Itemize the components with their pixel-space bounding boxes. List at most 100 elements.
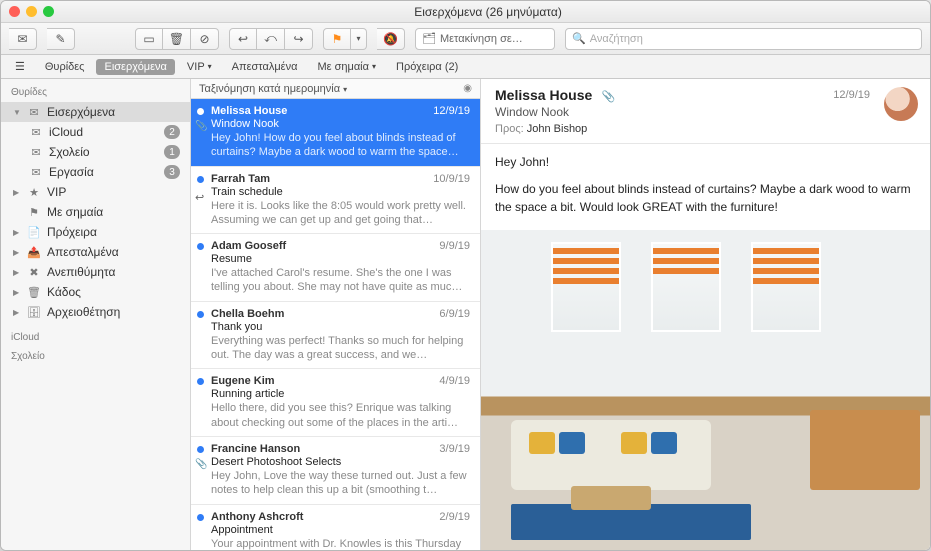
inbox-icon: ✉︎ xyxy=(29,146,43,159)
message-preview: Hey John! How do you feel about blinds i… xyxy=(211,131,470,160)
search-field[interactable]: 🔍 Αναζήτηση xyxy=(565,28,922,50)
zoom-window-button[interactable] xyxy=(43,6,54,17)
sidebar-item-account[interactable]: ✉︎iCloud2 xyxy=(1,122,190,142)
fav-flagged[interactable]: Με σημαία▾ xyxy=(309,59,384,75)
close-window-button[interactable] xyxy=(9,6,20,17)
forward-button[interactable]: ↪ xyxy=(285,28,313,50)
sidebar-section-icloud[interactable]: iCloud xyxy=(1,328,190,347)
mailbox-icon: 🗂 xyxy=(422,32,436,45)
minimize-window-button[interactable] xyxy=(26,6,37,17)
message-subject: Train schedule xyxy=(211,186,470,198)
message-from: Melissa House xyxy=(211,105,287,117)
reply-button[interactable]: ↩ xyxy=(229,28,257,50)
message-from: Farrah Tam xyxy=(211,173,270,185)
unread-dot-icon xyxy=(197,311,204,318)
disclosure-triangle-icon[interactable]: ▶ xyxy=(13,248,21,257)
junk-button[interactable]: ⊘ xyxy=(191,28,219,50)
paperclip-icon: 📎 xyxy=(195,121,207,132)
filter-icon[interactable]: ◉ xyxy=(463,83,472,94)
window-title: Εισερχόμενα (26 μηνύματα) xyxy=(54,5,922,19)
message-subject: Resume xyxy=(211,253,470,265)
message-row[interactable]: ↩Farrah Tam10/9/19Train scheduleHere it … xyxy=(191,167,480,235)
fav-inbox[interactable]: Εισερχόμενα xyxy=(96,59,174,75)
sidebar-item-sent[interactable]: ▶ 📤 Απεσταλμένα xyxy=(1,242,190,262)
get-mail-button[interactable]: ✉︎ xyxy=(9,28,37,50)
bell-slash-icon: 🔕 xyxy=(383,32,398,46)
message-row[interactable]: Adam Gooseff9/9/19ResumeI've attached Ca… xyxy=(191,234,480,302)
fav-sent[interactable]: Απεσταλμένα xyxy=(224,59,306,75)
flag-menu-button[interactable]: ▾ xyxy=(351,28,367,50)
sidebar-item-drafts[interactable]: ▶ 📄 Πρόχειρα xyxy=(1,222,190,242)
message-from: Eugene Kim xyxy=(211,375,275,387)
paperclip-icon: 📎 xyxy=(602,91,616,103)
disclosure-triangle-icon[interactable]: ▶ xyxy=(13,268,21,277)
toggle-sidebar-button[interactable]: ☰ xyxy=(7,58,33,75)
envelope-icon: ✉︎ xyxy=(17,32,27,46)
search-icon: 🔍 xyxy=(572,32,586,45)
document-icon: 📄 xyxy=(27,226,41,239)
avatar xyxy=(884,87,918,121)
message-from: Chella Boehm xyxy=(211,308,284,320)
sidebar-item-trash[interactable]: ▶ 🗑 Κάδος xyxy=(1,282,190,302)
inbox-icon: ✉︎ xyxy=(29,126,43,139)
message-row[interactable]: Chella Boehm6/9/19Thank youEverything wa… xyxy=(191,302,480,370)
fav-drafts[interactable]: Πρόχειρα (2) xyxy=(388,59,466,75)
message-preview: Everything was perfect! Thanks so much f… xyxy=(211,334,470,363)
sidebar-item-account[interactable]: ✉︎Σχολείο1 xyxy=(1,142,190,162)
disclosure-triangle-icon[interactable]: ▶ xyxy=(13,308,21,317)
unread-badge: 3 xyxy=(164,165,180,179)
reader-body: Hey John! How do you feel about blinds i… xyxy=(481,144,930,226)
fav-vip[interactable]: VIP▾ xyxy=(179,59,220,75)
disclosure-triangle-icon[interactable]: ▼ xyxy=(13,108,21,117)
reader-header: Melissa House 📎 12/9/19 Window Nook Προς… xyxy=(481,79,930,144)
message-date: 3/9/19 xyxy=(439,443,470,455)
message-row[interactable]: 📎Melissa House12/9/19Window NookHey John… xyxy=(191,99,480,167)
sidebar-item-inbox[interactable]: ▼ ✉︎ Εισερχόμενα xyxy=(1,102,190,122)
sidebar: Θυρίδες ▼ ✉︎ Εισερχόμενα ✉︎iCloud2✉︎Σχολ… xyxy=(1,79,191,550)
reply-all-button[interactable]: ⤺ xyxy=(257,28,285,50)
unread-dot-icon xyxy=(197,243,204,250)
archive-icon: 🗄 xyxy=(27,306,41,319)
star-icon: ★ xyxy=(27,186,41,199)
message-row[interactable]: 📎Francine Hanson3/9/19Desert Photoshoot … xyxy=(191,437,480,505)
inbox-icon: ✉︎ xyxy=(27,106,41,119)
fav-mailboxes[interactable]: Θυρίδες xyxy=(37,59,93,75)
reader-from: Melissa House xyxy=(495,87,592,103)
unread-dot-icon xyxy=(197,378,204,385)
message-from: Anthony Ashcroft xyxy=(211,511,303,523)
mail-window: Εισερχόμενα (26 μηνύματα) ✉︎ ✎ ▭ 🗑 ⊘ ↩ ⤺… xyxy=(0,0,931,551)
window-controls xyxy=(9,6,54,17)
sidebar-item-vip[interactable]: ▶ ★ VIP xyxy=(1,182,190,202)
disclosure-triangle-icon[interactable]: ▶ xyxy=(13,228,21,237)
disclosure-triangle-icon[interactable]: ▶ xyxy=(13,288,21,297)
paperclip-icon: 📎 xyxy=(195,459,207,470)
chevron-down-icon: ▾ xyxy=(372,62,376,71)
message-row[interactable]: Eugene Kim4/9/19Running articleHello the… xyxy=(191,369,480,437)
message-date: 6/9/19 xyxy=(439,308,470,320)
sidebar-section-school[interactable]: Σχολείο xyxy=(1,347,190,366)
unread-badge: 2 xyxy=(164,125,180,139)
reply-all-icon: ⤺ xyxy=(264,31,277,46)
message-date: 4/9/19 xyxy=(439,375,470,387)
move-to-dropdown[interactable]: 🗂 Μετακίνηση σε… xyxy=(415,28,555,50)
message-preview: Your appointment with Dr. Knowles is thi… xyxy=(211,537,470,550)
disclosure-triangle-icon[interactable]: ▶ xyxy=(13,188,21,197)
message-row[interactable]: Anthony Ashcroft2/9/19AppointmentYour ap… xyxy=(191,505,480,550)
message-list[interactable]: 📎Melissa House12/9/19Window NookHey John… xyxy=(191,99,480,550)
sidebar-item-junk[interactable]: ▶ ✖︎ Ανεπιθύμητα xyxy=(1,262,190,282)
message-subject: Window Nook xyxy=(211,118,470,130)
message-from: Francine Hanson xyxy=(211,443,300,455)
sidebar-item-account[interactable]: ✉︎Εργασία3 xyxy=(1,162,190,182)
delete-button[interactable]: 🗑 xyxy=(163,28,191,50)
message-preview: Hello there, did you see this? Enrique w… xyxy=(211,401,470,430)
sidebar-item-archive[interactable]: ▶ 🗄 Αρχειοθέτηση xyxy=(1,302,190,322)
archive-button[interactable]: ▭ xyxy=(135,28,163,50)
compose-icon: ✎ xyxy=(55,32,65,46)
flag-button[interactable]: ⚑ xyxy=(323,28,351,50)
message-date: 10/9/19 xyxy=(433,173,470,185)
mute-button[interactable]: 🔕 xyxy=(377,28,405,50)
sidebar-item-flagged[interactable]: ▶ ⚑ Με σημαία xyxy=(1,202,190,222)
toolbar: ✉︎ ✎ ▭ 🗑 ⊘ ↩ ⤺ ↪ ⚑ ▾ 🔕 🗂 Μετακίνηση σε… … xyxy=(1,23,930,55)
sort-bar[interactable]: Ταξινόμηση κατά ημερομηνία ▾ ◉ xyxy=(191,79,480,99)
compose-button[interactable]: ✎ xyxy=(47,28,75,50)
